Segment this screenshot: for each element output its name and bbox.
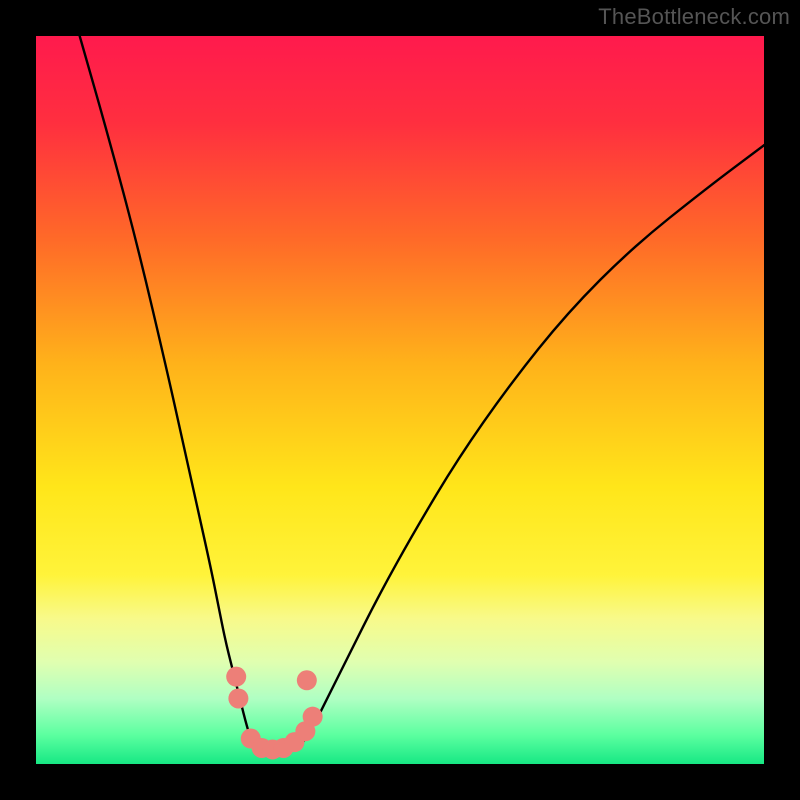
gradient-background bbox=[36, 36, 764, 764]
data-marker bbox=[297, 670, 317, 690]
chart-frame: TheBottleneck.com bbox=[0, 0, 800, 800]
data-marker bbox=[303, 707, 323, 727]
data-marker bbox=[228, 688, 248, 708]
chart-svg bbox=[36, 36, 764, 764]
data-marker bbox=[226, 667, 246, 687]
watermark-text: TheBottleneck.com bbox=[598, 4, 790, 30]
plot-area bbox=[36, 36, 764, 764]
